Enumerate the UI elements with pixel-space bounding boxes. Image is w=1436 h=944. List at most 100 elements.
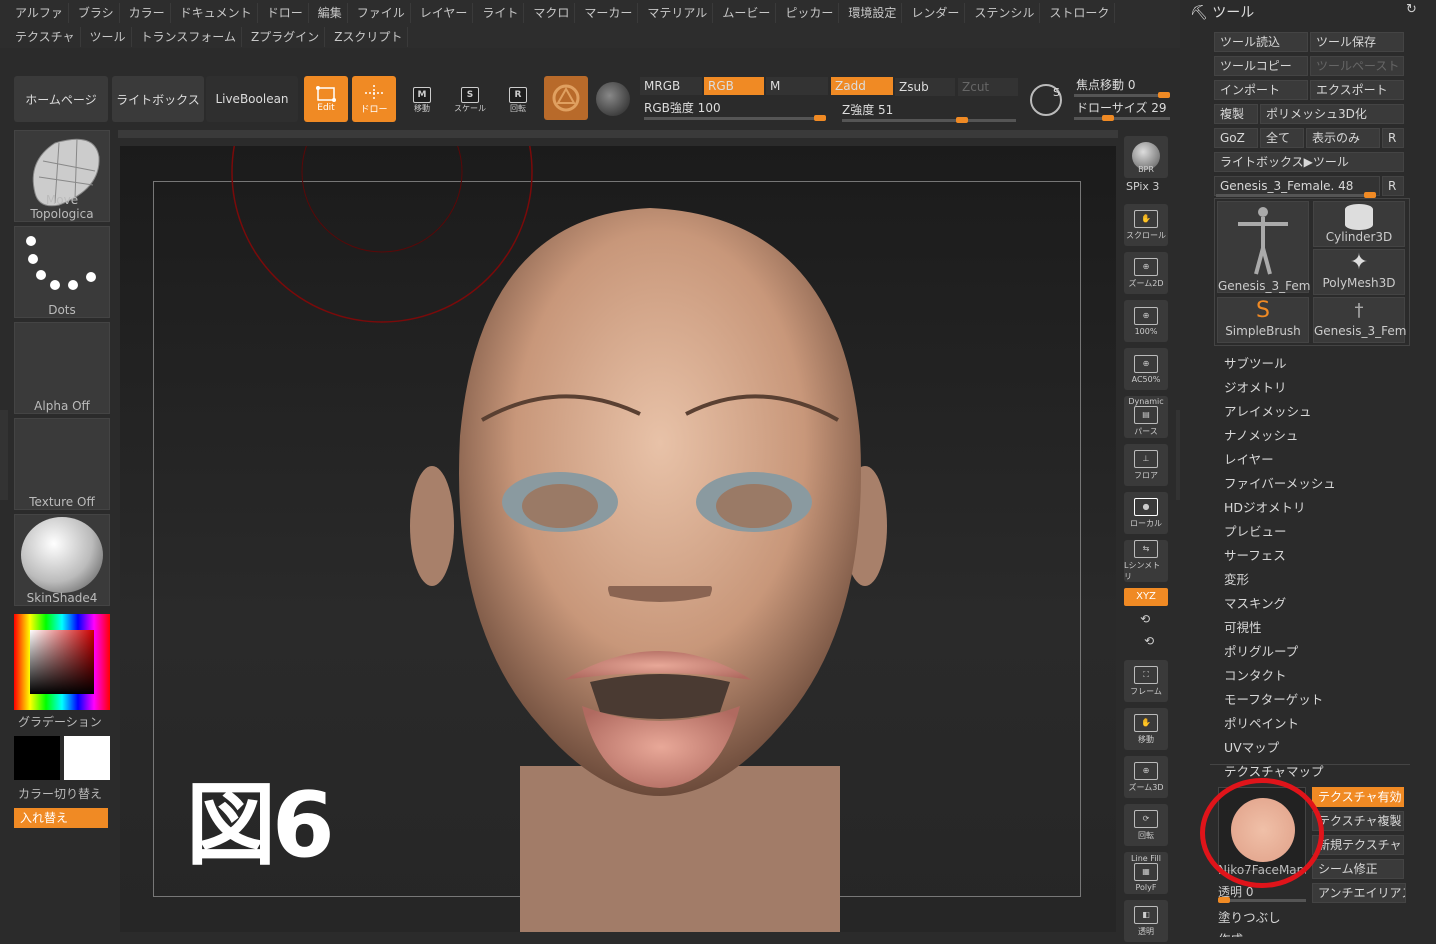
focal-shift-slider[interactable]: 焦点移動 0: [1072, 76, 1168, 94]
copy-tool-button[interactable]: ツールコピー: [1214, 56, 1308, 76]
current-tool-track[interactable]: [1216, 192, 1376, 198]
zadd-button[interactable]: Zadd: [831, 77, 893, 95]
opacity-handle[interactable]: [1218, 897, 1230, 903]
r-button[interactable]: R: [1382, 128, 1404, 148]
menu-item-row2-2[interactable]: トランスフォーム: [136, 27, 242, 47]
zoom3d-button[interactable]: ⊕ ズーム3D: [1124, 756, 1168, 798]
goz-all-button[interactable]: 全て: [1260, 128, 1304, 148]
clone-button[interactable]: 複製: [1214, 104, 1258, 124]
brush-slot[interactable]: Move Topologica: [14, 130, 110, 222]
menu-item-17[interactable]: ストローク: [1044, 3, 1116, 23]
menu-item-row2-3[interactable]: Zプラグイン: [246, 27, 326, 47]
make-polymesh-button[interactable]: ポリメッシュ3D化: [1260, 104, 1404, 124]
frame-button[interactable]: ⛶ フレーム: [1124, 660, 1168, 702]
tool-section-5[interactable]: ファイバーメッシュ: [1224, 476, 1336, 500]
paste-tool-button[interactable]: ツールペースト: [1310, 56, 1404, 76]
menu-item-row2-4[interactable]: Zスクリプト: [329, 27, 409, 47]
rgb-intensity-handle[interactable]: [814, 115, 826, 121]
tool-section-6[interactable]: HDジオメトリ: [1224, 500, 1336, 524]
rotate-button[interactable]: R 回転: [498, 80, 538, 120]
draw-size-track[interactable]: [1074, 115, 1170, 121]
menu-item-11[interactable]: マテリアル: [642, 3, 714, 23]
opacity-track[interactable]: [1218, 897, 1306, 903]
draw-size-handle[interactable]: [1102, 115, 1114, 121]
menu-item-6[interactable]: ファイル: [352, 3, 411, 23]
tool-section-10[interactable]: マスキング: [1224, 596, 1336, 620]
export-button[interactable]: エクスポート: [1310, 80, 1404, 100]
move-3d-button[interactable]: ✋ 移動: [1124, 708, 1168, 750]
color-switch-label[interactable]: カラー切り替え: [18, 785, 102, 802]
save-tool-button[interactable]: ツール保存: [1310, 32, 1404, 52]
zcut-button[interactable]: Zcut: [958, 78, 1018, 96]
material-sphere-icon[interactable]: [596, 82, 630, 116]
rotate3d-button[interactable]: ⟳ 回転: [1124, 804, 1168, 846]
menu-item-7[interactable]: レイヤー: [415, 3, 474, 23]
r-button-2[interactable]: R: [1382, 176, 1404, 196]
move-button[interactable]: M 移動: [402, 80, 442, 120]
menu-item-15[interactable]: レンダー: [906, 3, 966, 23]
current-tool-slider[interactable]: Genesis_3_Female. 48: [1214, 176, 1380, 196]
import-button[interactable]: インポート: [1214, 80, 1308, 100]
home-button[interactable]: ホームページ: [14, 76, 108, 122]
transparency-button[interactable]: ◧ 透明: [1124, 900, 1168, 942]
menu-item-14[interactable]: 環境設定: [843, 3, 903, 23]
palette-refresh-icon[interactable]: ↻: [1406, 2, 1417, 17]
z-intensity-slider[interactable]: Z強度 51: [838, 101, 1018, 119]
rotate-y-icon[interactable]: ⟲: [1140, 612, 1150, 626]
menu-item-row2-0[interactable]: テクスチャ: [10, 27, 81, 47]
draw-size-slider[interactable]: ドローサイズ 29: [1072, 99, 1172, 117]
rotate-z-icon[interactable]: ⟲: [1144, 634, 1154, 648]
lightbox-tool-button[interactable]: ライトボックス▶ツール: [1214, 152, 1404, 172]
canvas-top-scrollbar[interactable]: [118, 130, 1118, 138]
polyframe-button[interactable]: Line Fill ▦ PolyF: [1124, 852, 1168, 894]
scroll-button[interactable]: ✋ スクロール: [1124, 204, 1168, 246]
tool-thumb-genesis[interactable]: Genesis_3_Fem: [1217, 201, 1310, 293]
focal-shift-handle[interactable]: [1158, 92, 1170, 98]
tool-section-9[interactable]: 変形: [1224, 572, 1336, 596]
new-texture-button[interactable]: 新規テクスチャ: [1312, 835, 1404, 855]
zsub-button[interactable]: Zsub: [895, 78, 955, 96]
lsym-button[interactable]: ⇆ Lシンメトリ: [1124, 540, 1168, 582]
menu-item-3[interactable]: ドキュメント: [175, 3, 258, 23]
zoom2d-button[interactable]: ⊕ ズーム2D: [1124, 252, 1168, 294]
mrgb-button[interactable]: MRGB: [640, 77, 702, 95]
menu-item-9[interactable]: マクロ: [528, 3, 576, 23]
menu-item-5[interactable]: 編集: [313, 3, 348, 23]
zoom100-button[interactable]: ⊕ 100%: [1124, 300, 1168, 342]
texture-slot[interactable]: Texture Off: [14, 418, 110, 510]
create-button[interactable]: 作成: [1218, 929, 1243, 937]
visible-button[interactable]: 表示のみ: [1306, 128, 1380, 148]
alpha-slot[interactable]: Alpha Off: [14, 322, 110, 414]
rgb-button[interactable]: RGB: [704, 77, 764, 95]
texture-on-button[interactable]: テクスチャ有効: [1312, 787, 1404, 807]
tool-section-13[interactable]: コンタクト: [1224, 668, 1336, 692]
tool-section-11[interactable]: 可視性: [1224, 620, 1336, 644]
rgb-intensity-slider[interactable]: RGB強度 100: [640, 99, 830, 117]
swap-button[interactable]: 入れ替え: [14, 808, 108, 828]
m-button[interactable]: M: [766, 77, 828, 95]
load-tool-button[interactable]: ツール読込: [1214, 32, 1308, 52]
fill-button[interactable]: 塗りつぶし: [1218, 907, 1281, 926]
tool-section-4[interactable]: レイヤー: [1224, 452, 1336, 476]
left-collapse-handle[interactable]: [0, 410, 8, 500]
ac50-button[interactable]: ⊕ AC50%: [1124, 348, 1168, 390]
color-square[interactable]: [30, 630, 94, 694]
clone-texture-button[interactable]: テクスチャ複製: [1312, 811, 1404, 831]
tool-section-8[interactable]: サーフェス: [1224, 548, 1336, 572]
menu-item-13[interactable]: ピッカー: [780, 3, 840, 23]
primary-color-swatch[interactable]: [14, 736, 60, 780]
menu-item-2[interactable]: カラー: [124, 3, 171, 23]
z-intensity-handle[interactable]: [956, 117, 968, 123]
perspective-button[interactable]: Dynamic ▤ パース: [1124, 396, 1168, 438]
antialias-button[interactable]: アンチエイリアス: [1312, 883, 1406, 903]
bpr-button[interactable]: BPR: [1124, 136, 1168, 178]
menu-item-10[interactable]: マーカー: [579, 3, 639, 23]
tool-section-3[interactable]: ナノメッシュ: [1224, 428, 1336, 452]
edit-button[interactable]: Edit: [304, 76, 348, 122]
tool-section-7[interactable]: プレビュー: [1224, 524, 1336, 548]
tool-thumb-genesis-2[interactable]: † Genesis_3_Fem: [1313, 297, 1406, 343]
floor-button[interactable]: ⊥ フロア: [1124, 444, 1168, 486]
menu-item-1[interactable]: ブラシ: [73, 3, 120, 23]
local-button[interactable]: ● ローカル: [1124, 492, 1168, 534]
tool-section-15[interactable]: ポリペイント: [1224, 716, 1336, 740]
